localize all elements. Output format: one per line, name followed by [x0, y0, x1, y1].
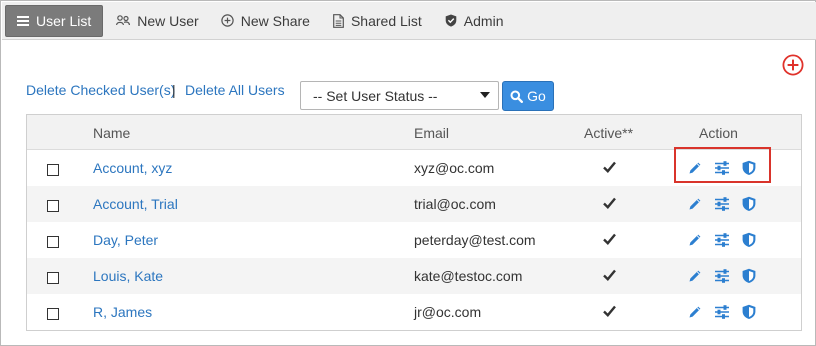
- users-table: Name Email Active** Action Account, xyz …: [26, 114, 802, 331]
- document-icon: [333, 13, 344, 28]
- column-header-action: Action: [699, 125, 738, 141]
- chevron-down-icon: [480, 92, 490, 98]
- nav-new-user[interactable]: New User: [116, 5, 199, 37]
- edit-icon[interactable]: [687, 268, 703, 284]
- list-icon: [17, 15, 29, 26]
- table-row: Account, Trial trial@oc.com: [27, 186, 801, 222]
- edit-icon[interactable]: [687, 160, 703, 176]
- column-header-active[interactable]: Active**: [584, 125, 633, 141]
- check-icon: [603, 197, 616, 209]
- shield-icon[interactable]: [741, 304, 757, 320]
- settings-sliders-icon[interactable]: [714, 304, 730, 320]
- users-icon: [116, 15, 131, 26]
- edit-icon[interactable]: [687, 196, 703, 212]
- nav-shared-list[interactable]: Shared List: [333, 5, 422, 37]
- shield-check-icon: [445, 14, 457, 27]
- check-icon: [603, 161, 616, 173]
- delete-checked-users-link[interactable]: Delete Checked User(s): [26, 82, 175, 98]
- link-separator: |: [172, 82, 176, 98]
- edit-icon[interactable]: [687, 304, 703, 320]
- search-icon: [510, 90, 524, 103]
- nav-user-list[interactable]: User List: [5, 4, 104, 37]
- user-name-link[interactable]: Louis, Kate: [93, 268, 163, 284]
- row-checkbox[interactable]: [47, 200, 59, 212]
- nav-new-user-label: New User: [137, 12, 199, 29]
- settings-sliders-icon[interactable]: [714, 268, 730, 284]
- column-header-name[interactable]: Name: [93, 125, 130, 141]
- row-checkbox[interactable]: [47, 236, 59, 248]
- nav-admin-label: Admin: [463, 12, 504, 29]
- nav-new-share-label: New Share: [240, 12, 310, 29]
- shield-icon[interactable]: [741, 268, 757, 284]
- table-row: R, James jr@oc.com: [27, 294, 801, 330]
- row-checkbox[interactable]: [47, 272, 59, 284]
- edit-icon[interactable]: [687, 232, 703, 248]
- nav-admin[interactable]: Admin: [445, 5, 504, 37]
- user-email: jr@oc.com: [414, 304, 482, 320]
- check-icon: [603, 233, 616, 245]
- user-status-select[interactable]: -- Set User Status --: [300, 81, 499, 110]
- check-icon: [603, 305, 616, 317]
- shield-icon[interactable]: [741, 196, 757, 212]
- column-header-email[interactable]: Email: [414, 125, 449, 141]
- table-header: Name Email Active** Action: [27, 115, 801, 150]
- check-icon: [603, 269, 616, 281]
- table-row: Day, Peter peterday@test.com: [27, 222, 801, 258]
- go-button-label: Go: [527, 88, 546, 104]
- table-row: Louis, Kate kate@testoc.com: [27, 258, 801, 294]
- delete-all-users-link[interactable]: Delete All Users: [185, 82, 285, 98]
- nav-user-list-label: User List: [36, 12, 92, 29]
- user-email: peterday@test.com: [414, 232, 536, 248]
- settings-sliders-icon[interactable]: [714, 232, 730, 248]
- user-name-link[interactable]: Account, xyz: [93, 160, 172, 176]
- user-name-link[interactable]: Account, Trial: [93, 196, 178, 212]
- user-email: kate@testoc.com: [414, 268, 523, 284]
- user-name-link[interactable]: Day, Peter: [93, 232, 158, 248]
- app-frame: User List New User New Share Shared List…: [0, 0, 816, 346]
- nav-shared-list-label: Shared List: [350, 12, 422, 29]
- row-checkbox[interactable]: [47, 308, 59, 320]
- user-status-select-value: -- Set User Status --: [313, 87, 438, 104]
- shield-icon[interactable]: [741, 160, 757, 176]
- settings-sliders-icon[interactable]: [714, 196, 730, 212]
- add-icon[interactable]: [782, 54, 804, 76]
- nav-new-share[interactable]: New Share: [221, 5, 310, 37]
- table-row: Account, xyz xyz@oc.com: [27, 150, 801, 186]
- user-email: xyz@oc.com: [414, 160, 495, 176]
- user-name-link[interactable]: R, James: [93, 304, 152, 320]
- shield-icon[interactable]: [741, 232, 757, 248]
- user-email: trial@oc.com: [414, 196, 496, 212]
- go-button[interactable]: Go: [502, 81, 554, 111]
- settings-sliders-icon[interactable]: [714, 160, 730, 176]
- top-nav: User List New User New Share Shared List…: [2, 2, 816, 40]
- plus-circle-icon: [221, 14, 234, 27]
- row-checkbox[interactable]: [47, 164, 59, 176]
